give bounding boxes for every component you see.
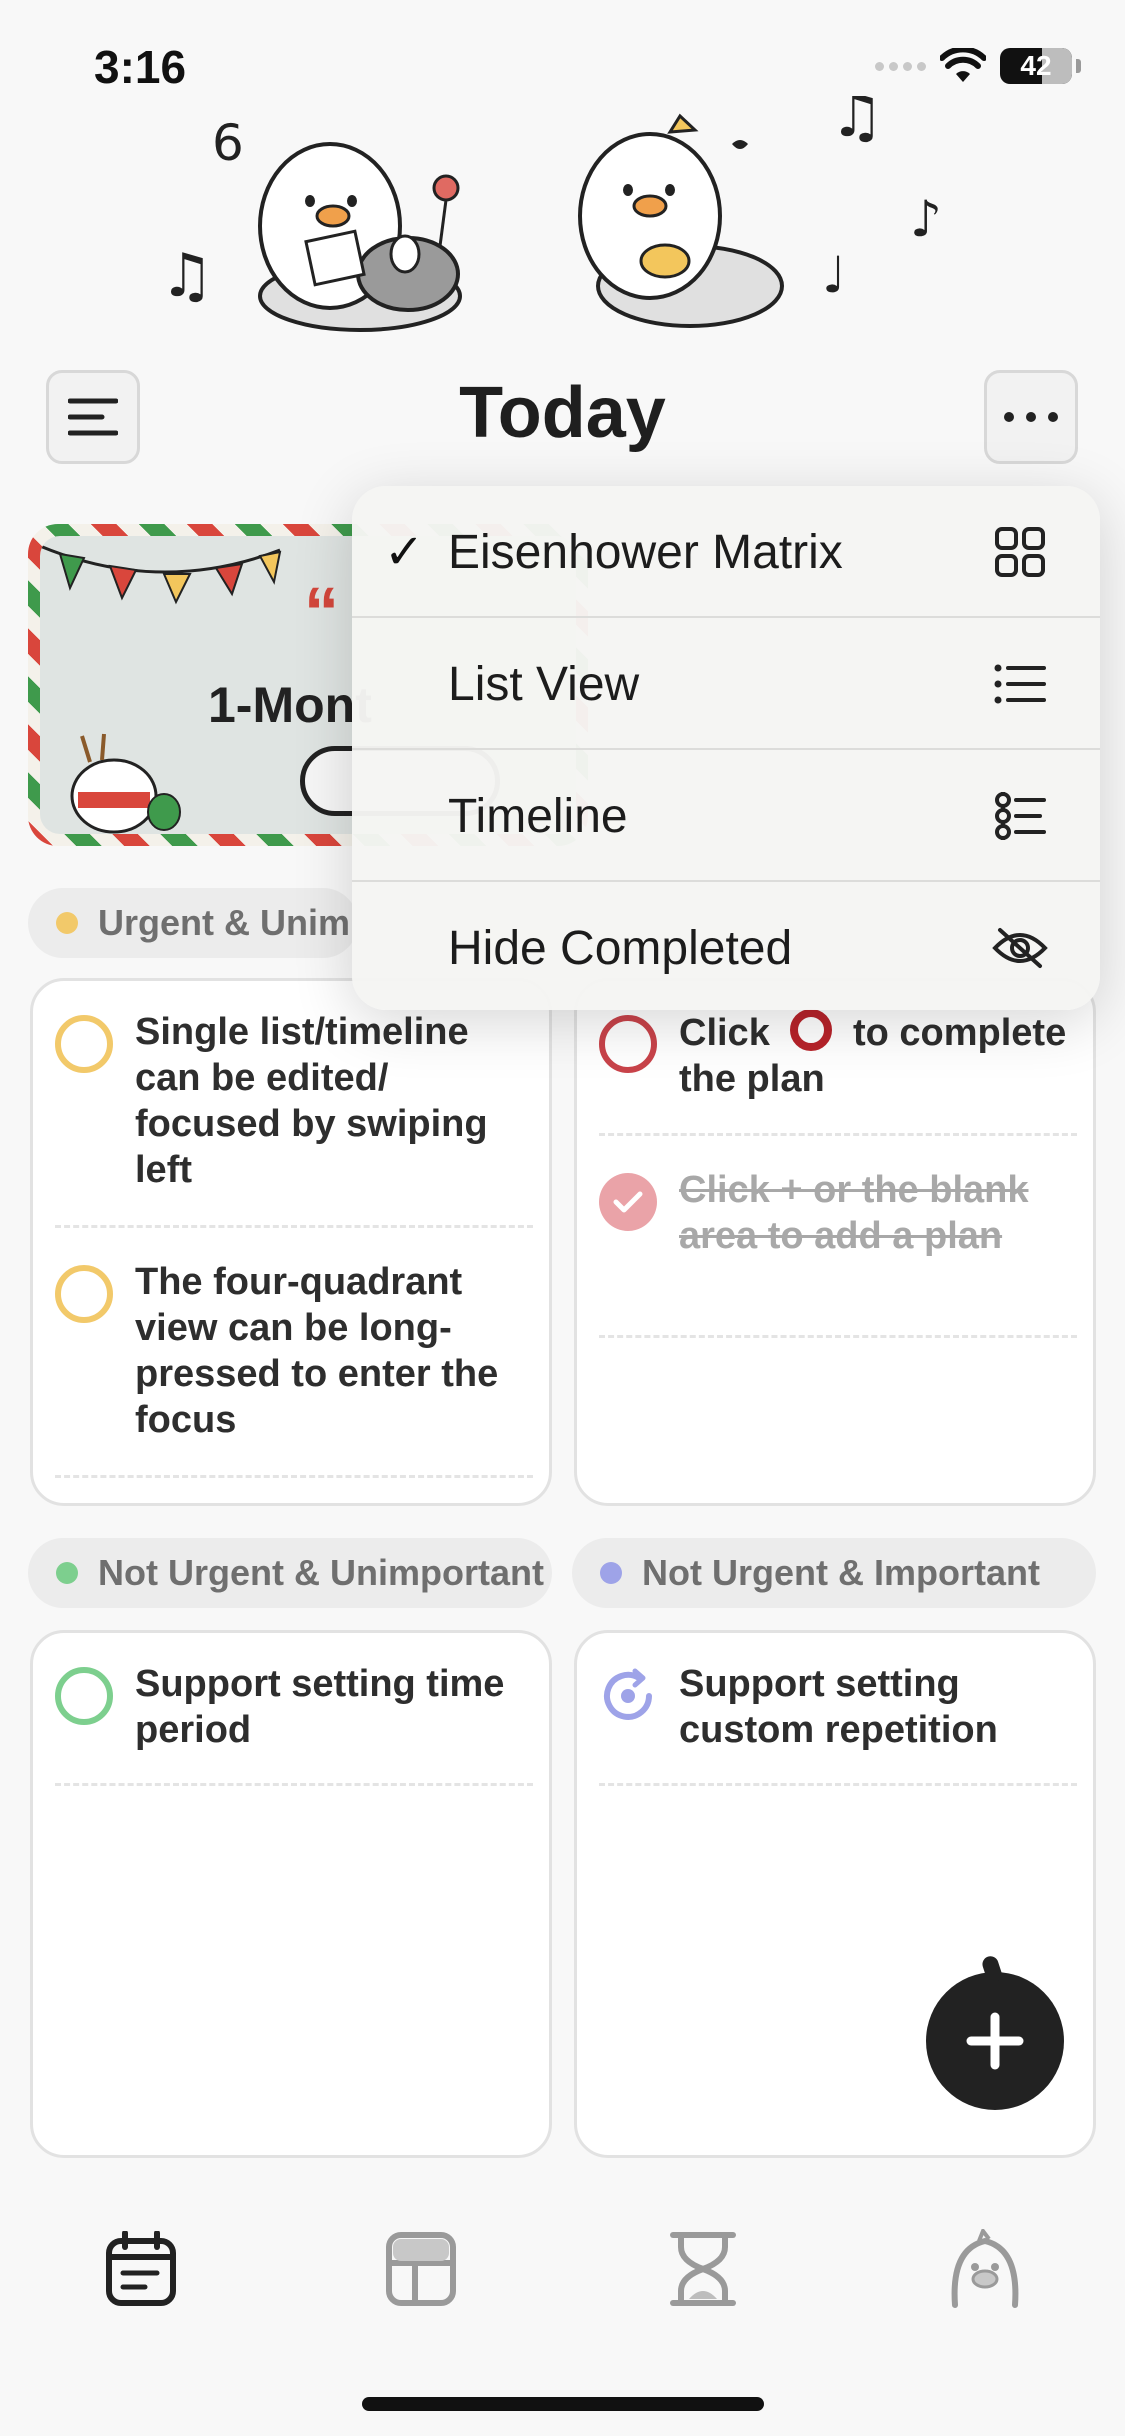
menu-item-eisenhower-matrix[interactable]: ✓ Eisenhower Matrix [352, 486, 1100, 618]
task-checkbox[interactable] [55, 1265, 113, 1323]
menu-item-timeline[interactable]: Timeline [352, 750, 1100, 882]
list-icon [992, 656, 1048, 712]
task-text: Support setting time period [135, 1663, 505, 1751]
banner-quote-mark: “ [304, 573, 339, 651]
banner-title: 1-Mont [208, 677, 372, 733]
task-text: Support setting custom repetition [679, 1663, 998, 1751]
task-divider [599, 1133, 1077, 1136]
menu-item-label: Eisenhower Matrix [448, 525, 843, 579]
hourglass-icon [670, 2232, 736, 2306]
tab-profile[interactable] [940, 2224, 1030, 2314]
bottom-tab-bar [0, 2224, 1125, 2344]
quadrant-label-text: Not Urgent & Important [642, 1552, 1040, 1593]
task-text: Single list/timeline can be edited/ focu… [135, 1011, 488, 1191]
task-divider [55, 1783, 533, 1786]
quadrant-label-not-urgent-unimportant: Not Urgent & Unimportant [28, 1538, 552, 1608]
wifi-icon [940, 48, 986, 82]
svg-text:♫: ♫ [160, 241, 214, 311]
checkmark-icon [613, 1191, 643, 1213]
task-checkbox[interactable] [55, 1015, 113, 1073]
duck-illustration: 6 ♫ ♫ ♪ ♩ [160, 96, 942, 332]
quadrant-card-not-urgent-unimportant[interactable]: Support setting time period [30, 1630, 552, 2158]
task-divider [599, 1783, 1077, 1786]
ellipsis-icon [1004, 412, 1058, 422]
reindeer-duck-illustration [70, 733, 181, 834]
view-options-menu: ✓ Eisenhower Matrix List View Timeline H… [352, 486, 1100, 1010]
repeat-icon [604, 1668, 652, 1720]
menu-item-hide-completed[interactable]: Hide Completed [352, 882, 1100, 1010]
signal-icon [875, 61, 926, 71]
status-time: 3:16 [94, 41, 187, 93]
more-options-button[interactable] [984, 370, 1078, 464]
task-divider [55, 1225, 533, 1228]
menu-item-label: Timeline [448, 789, 628, 843]
battery-icon: 42 [1000, 48, 1072, 84]
tab-today[interactable] [96, 2224, 186, 2314]
calendar-icon [106, 2231, 176, 2306]
menu-item-label: List View [448, 657, 640, 711]
task-item[interactable]: Support setting custom repetition [599, 1661, 1069, 1753]
duck-icon [951, 2229, 1019, 2308]
quadrant-label-text: Not Urgent & Unimportant [98, 1552, 544, 1593]
quadrant-label-urgent-unimportant: Urgent & Unim [28, 888, 358, 958]
task-text: The four-quadrant view can be long-press… [135, 1261, 499, 1441]
task-checked-checkbox[interactable] [599, 1173, 657, 1231]
layout-icon [386, 2232, 456, 2306]
grid-icon [992, 524, 1048, 580]
svg-text:♩: ♩ [822, 246, 846, 304]
svg-text:♫: ♫ [830, 96, 884, 151]
task-divider [55, 1475, 533, 1478]
eye-slash-icon [992, 920, 1048, 976]
status-icons: 42 [875, 48, 1081, 84]
tab-widgets[interactable] [376, 2224, 466, 2314]
quadrant-label-not-urgent-important: Not Urgent & Important [572, 1538, 1096, 1608]
task-checkbox[interactable] [55, 1667, 113, 1725]
quadrant-dot [600, 1562, 622, 1584]
home-indicator [362, 2397, 764, 2411]
menu-item-label: Hide Completed [448, 921, 793, 975]
quadrant-dot [56, 1562, 78, 1584]
task-text: Click + or the blank area to add a plan [679, 1169, 1029, 1257]
task-item-completed[interactable]: Click + or the blank area to add a plan [599, 1167, 1069, 1259]
timeline-icon [992, 788, 1048, 844]
task-text-prefix: Click [679, 1012, 770, 1054]
task-item[interactable]: The four-quadrant view can be long-press… [55, 1259, 525, 1443]
task-divider [599, 1335, 1077, 1338]
complete-circle-icon [790, 1009, 833, 1051]
task-item[interactable]: Support setting time period [55, 1661, 525, 1753]
task-item[interactable]: Click to complete the plan [599, 1009, 1069, 1102]
add-task-button[interactable] [926, 1972, 1064, 2110]
svg-text:♪: ♪ [910, 190, 942, 248]
task-checkbox[interactable] [599, 1015, 657, 1073]
checkmark-icon: ✓ [384, 526, 425, 579]
plus-icon [966, 2012, 1024, 2070]
svg-text:6: 6 [212, 114, 244, 172]
task-item[interactable]: Single list/timeline can be edited/ focu… [55, 1009, 525, 1193]
quadrant-card-urgent-important[interactable]: Click to complete the plan Click + or th… [574, 978, 1096, 1506]
tab-focus[interactable] [658, 2224, 748, 2314]
quadrant-dot [56, 912, 78, 934]
task-text: Click to complete the plan [679, 1009, 1069, 1102]
quadrant-label-text: Urgent & Unim [98, 902, 350, 943]
page-title: Today [459, 373, 666, 453]
battery-level: 42 [1020, 50, 1052, 81]
quadrant-card-urgent-unimportant[interactable]: Single list/timeline can be edited/ focu… [30, 978, 552, 1506]
repeat-task-checkbox[interactable] [599, 1667, 657, 1725]
menu-item-list-view[interactable]: List View [352, 618, 1100, 750]
